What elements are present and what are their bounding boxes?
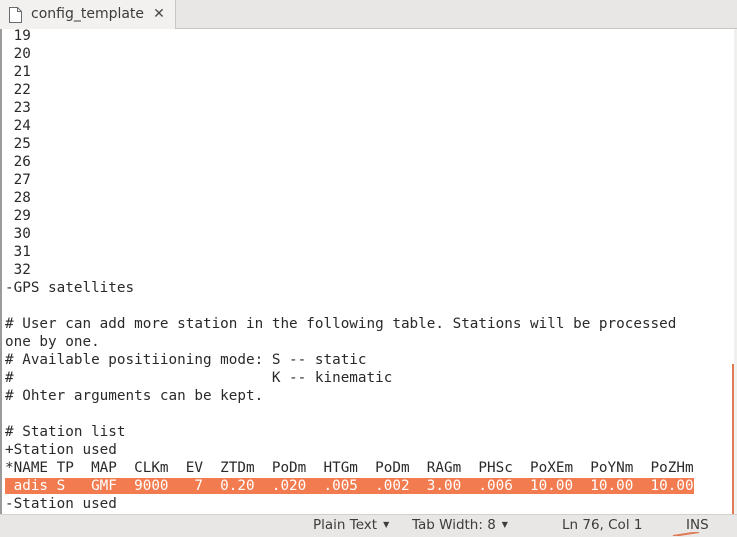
- editor-line[interactable]: # K -- kinematic: [5, 369, 694, 387]
- tab-title: config_template: [31, 6, 145, 22]
- selected-text[interactable]: adis S GMF 9000 7 0.20 .020 .005 .002 3.…: [5, 478, 694, 494]
- editor-text[interactable]: 19 20 21 22 23 24 25 26 27 28 29 30 31 3…: [5, 29, 694, 513]
- editor-line[interactable]: adis S GMF 9000 7 0.20 .020 .005 .002 3.…: [5, 477, 694, 495]
- editor-line[interactable]: one by one.: [5, 333, 694, 351]
- editor-line[interactable]: # Available positiioning mode: S -- stat…: [5, 351, 694, 369]
- editor-line[interactable]: 28: [5, 189, 694, 207]
- editor-line[interactable]: # Ohter arguments can be kept.: [5, 387, 694, 405]
- scrollbar-thumb[interactable]: [732, 364, 734, 514]
- editor-line[interactable]: 19: [5, 29, 694, 45]
- editor-line[interactable]: 27: [5, 171, 694, 189]
- tab-config-template[interactable]: config_template ✕: [0, 0, 176, 29]
- editor-line[interactable]: -GPS satellites: [5, 279, 694, 297]
- editor-line[interactable]: 23: [5, 99, 694, 117]
- editor-line[interactable]: 26: [5, 153, 694, 171]
- tab-width-selector[interactable]: Tab Width: 8 ▼: [412, 517, 508, 533]
- editor-line[interactable]: -Station used: [5, 495, 694, 513]
- insert-mode[interactable]: INS: [686, 517, 709, 533]
- editor-line[interactable]: 24: [5, 117, 694, 135]
- editor-line[interactable]: 21: [5, 63, 694, 81]
- tab-width-label: Tab Width: 8: [412, 517, 496, 533]
- triangle-down-icon: ▼: [501, 520, 508, 529]
- editor-line[interactable]: 32: [5, 261, 694, 279]
- triangle-down-icon: ▼: [383, 520, 390, 529]
- tab-bar: config_template ✕: [0, 0, 737, 29]
- editor-line[interactable]: [5, 405, 694, 423]
- resize-grip-icon: [672, 532, 700, 536]
- syntax-label: Plain Text: [313, 517, 378, 533]
- editor-line[interactable]: # User can add more station in the follo…: [5, 315, 694, 333]
- left-border: [0, 29, 2, 514]
- close-icon[interactable]: ✕: [150, 5, 168, 23]
- editor-line[interactable]: # Station list: [5, 423, 694, 441]
- editor-line[interactable]: [5, 297, 694, 315]
- editor-line[interactable]: 29: [5, 207, 694, 225]
- editor-line[interactable]: +Station used: [5, 441, 694, 459]
- editor-line[interactable]: 30: [5, 225, 694, 243]
- editor-line[interactable]: 25: [5, 135, 694, 153]
- editor-line[interactable]: 20: [5, 45, 694, 63]
- text-editor[interactable]: 19 20 21 22 23 24 25 26 27 28 29 30 31 3…: [0, 29, 737, 514]
- text-document-icon: [9, 7, 22, 23]
- editor-line[interactable]: 31: [5, 243, 694, 261]
- status-bar: Plain Text ▼ Tab Width: 8 ▼ Ln 76, Col 1 I…: [0, 514, 737, 537]
- cursor-position: Ln 76, Col 1: [562, 517, 643, 533]
- syntax-selector[interactable]: Plain Text ▼: [313, 517, 389, 533]
- editor-line[interactable]: 22: [5, 81, 694, 99]
- editor-line[interactable]: *NAME TP MAP CLKm EV ZTDm PoDm HTGm PoDm…: [5, 459, 694, 477]
